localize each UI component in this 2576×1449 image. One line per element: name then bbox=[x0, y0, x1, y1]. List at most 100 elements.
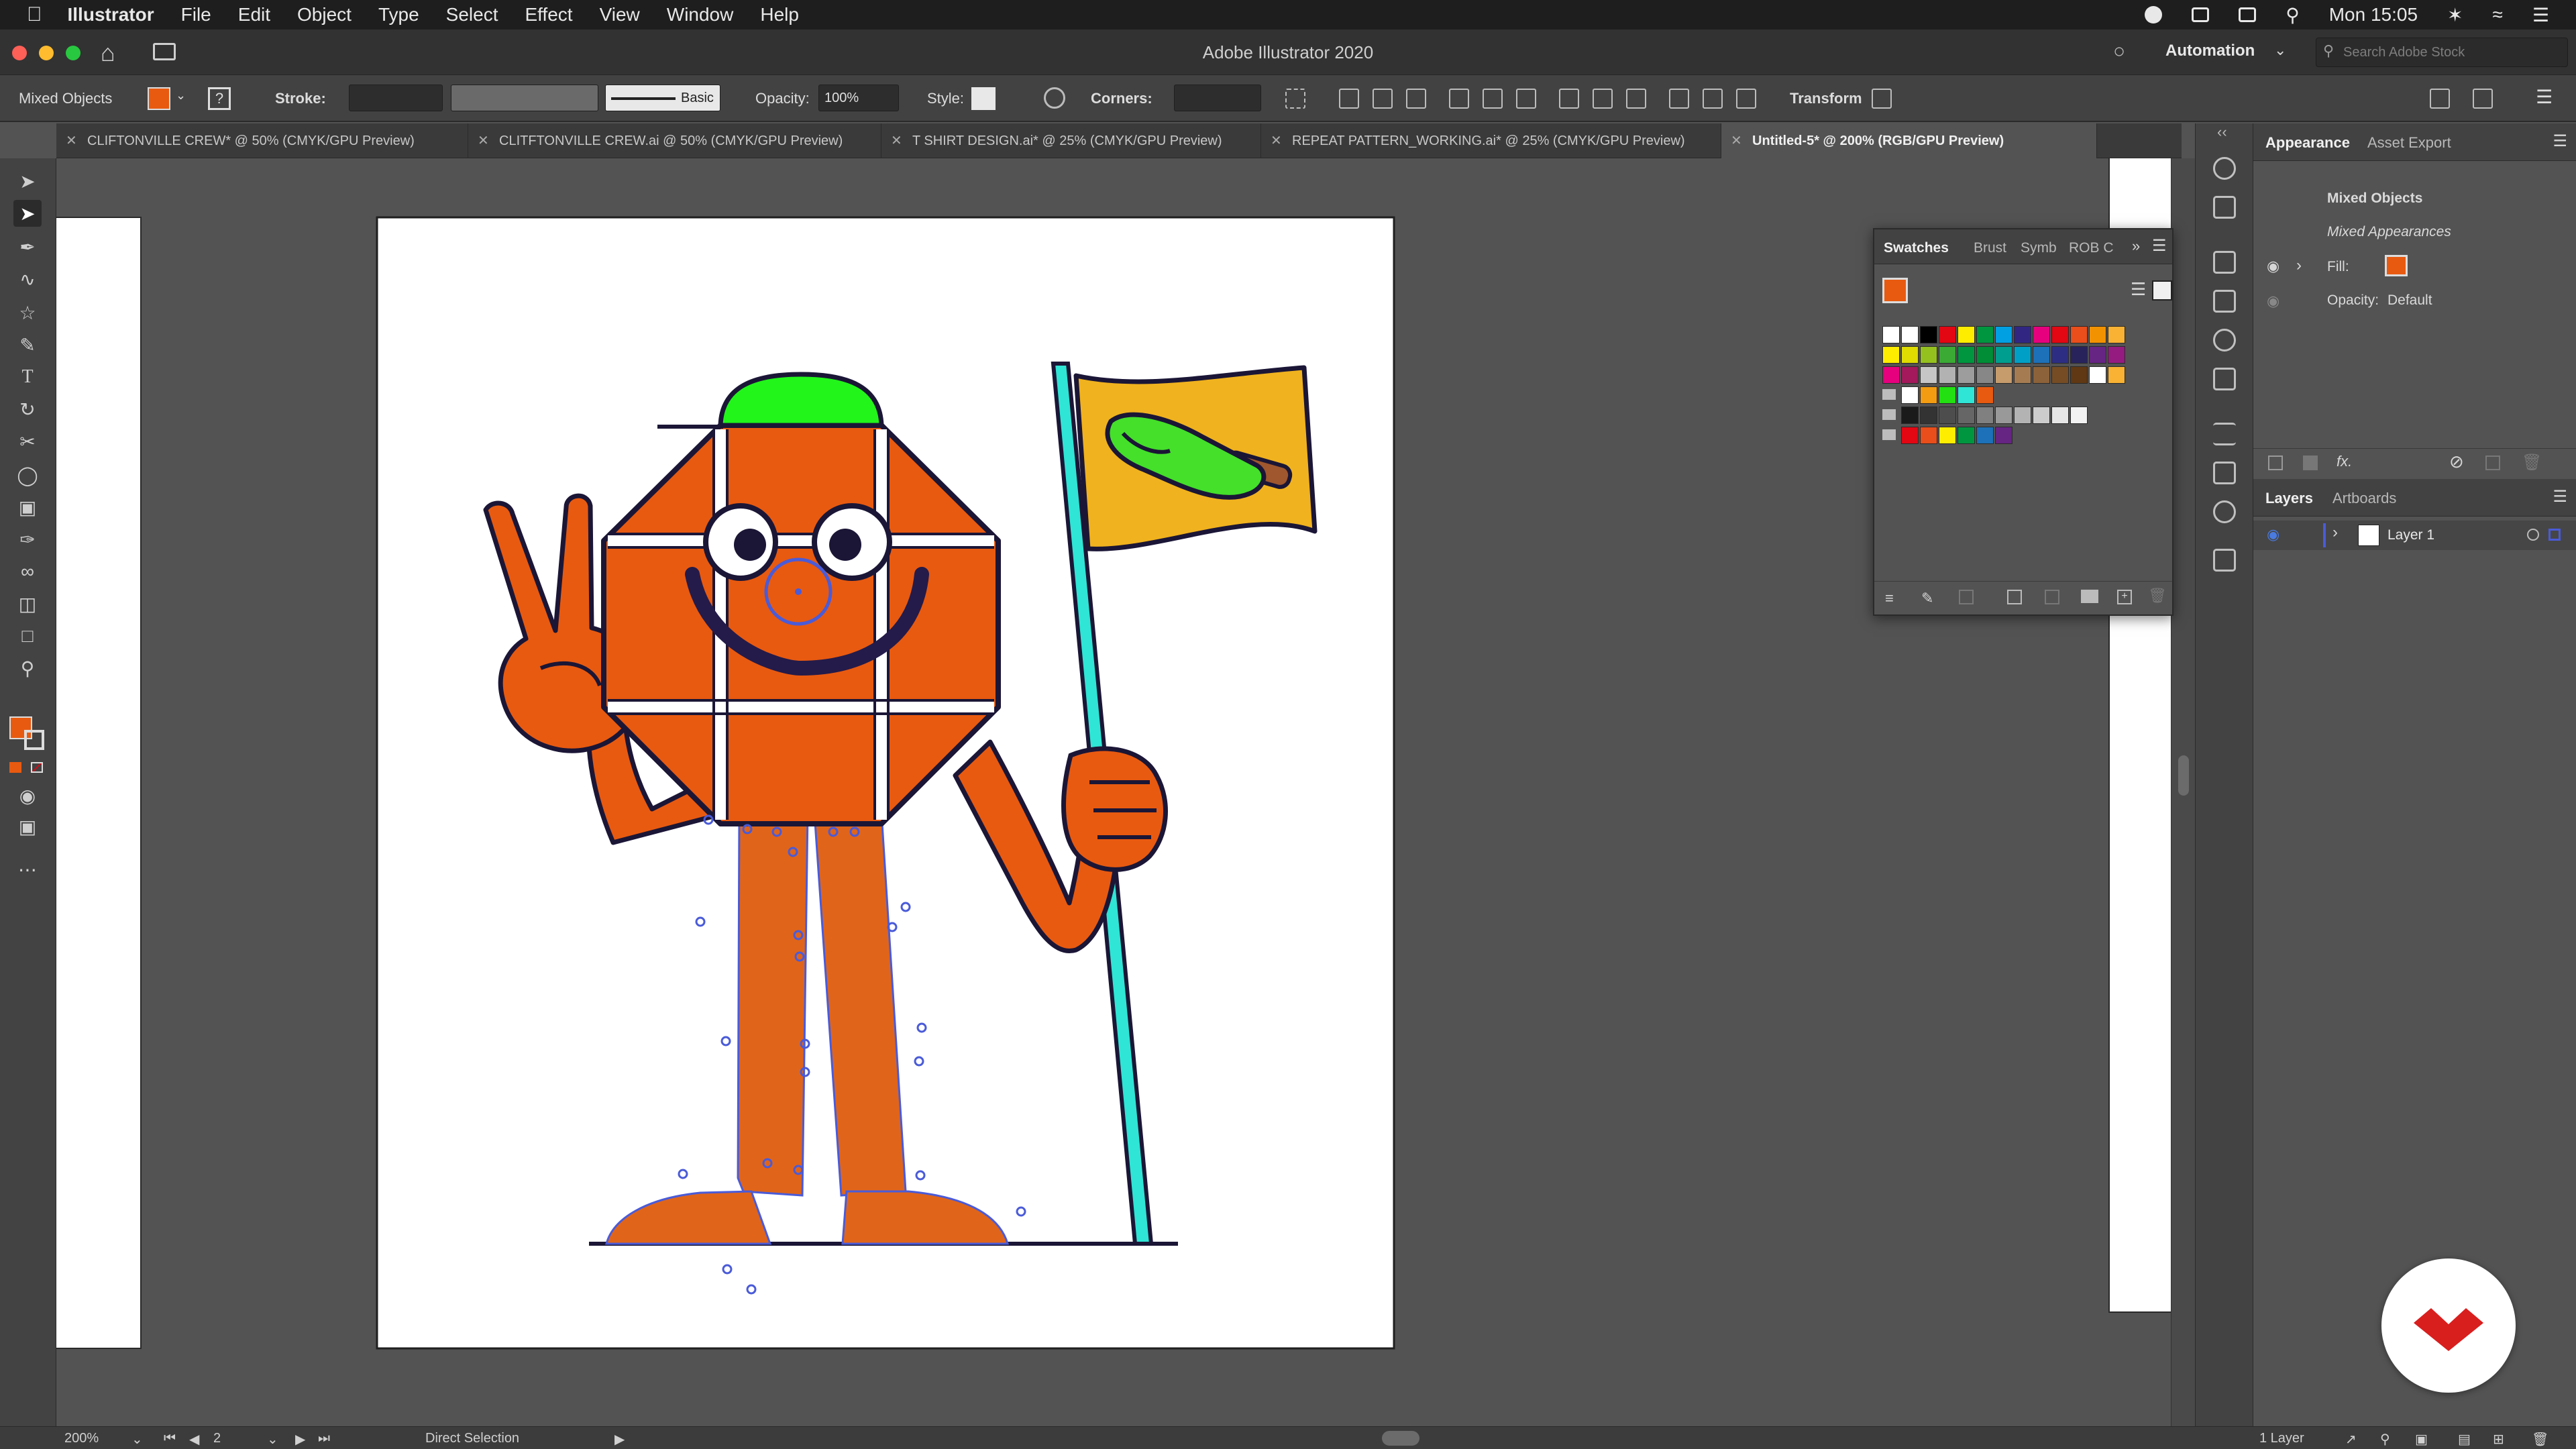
target-icon[interactable] bbox=[2527, 529, 2539, 541]
style-swatch[interactable] bbox=[971, 87, 996, 110]
swatch-3-6[interactable] bbox=[1976, 366, 1994, 384]
menu-view[interactable]: View bbox=[600, 4, 640, 25]
swatch-1-11[interactable] bbox=[2070, 326, 2088, 343]
swatch-4-3[interactable] bbox=[1939, 386, 1956, 404]
panel-menu-icon[interactable]: ☰ bbox=[2152, 236, 2167, 256]
first-artboard-button[interactable]: ⏮ bbox=[164, 1431, 176, 1446]
new-layer-icon[interactable]: ⊞ bbox=[2493, 1431, 2504, 1448]
rotate-tool-icon[interactable]: ↻ bbox=[13, 396, 42, 423]
zoom-tool-icon[interactable]: ⚲ bbox=[13, 655, 42, 682]
panel-menu-icon[interactable]: ☰ bbox=[2553, 487, 2567, 506]
export-icon[interactable] bbox=[2213, 549, 2236, 572]
expand-panel-icon[interactable]: » bbox=[2132, 237, 2140, 255]
stroke-weight-field[interactable] bbox=[349, 85, 443, 111]
color-group-folder-icon[interactable] bbox=[1882, 389, 1896, 400]
swatch-1-7[interactable] bbox=[1995, 326, 2012, 343]
control-bar-menu-icon[interactable]: ☰ bbox=[2536, 86, 2553, 108]
chevron-down-icon[interactable]: ⌄ bbox=[131, 1431, 143, 1448]
stroke-panel-icon[interactable] bbox=[2213, 423, 2236, 445]
menu-file[interactable]: File bbox=[181, 4, 211, 25]
menu-window[interactable]: Window bbox=[667, 4, 734, 25]
color-mode-icon[interactable] bbox=[9, 762, 21, 773]
screen-mode-icon[interactable]: ▣ bbox=[13, 813, 42, 840]
transform-panel-icon[interactable] bbox=[2213, 251, 2236, 274]
record-icon[interactable] bbox=[2145, 6, 2163, 23]
toolbar-stroke-swatch[interactable] bbox=[24, 730, 44, 750]
stroke-swatch[interactable]: ? bbox=[208, 87, 231, 110]
color-group-icon[interactable] bbox=[2045, 590, 2059, 604]
align-center-icon[interactable] bbox=[1373, 89, 1393, 109]
opacity-field[interactable]: 100% bbox=[818, 85, 899, 111]
zoom-level[interactable]: 200% bbox=[64, 1431, 99, 1446]
menubar-clock[interactable]: Mon 15:05 bbox=[2329, 4, 2418, 25]
apple-icon[interactable]:  bbox=[27, 3, 42, 26]
scroll-thumb-vertical[interactable] bbox=[2178, 755, 2189, 796]
swatch-3-2[interactable] bbox=[1901, 366, 1919, 384]
lightbulb-icon[interactable]: ○ bbox=[2113, 40, 2125, 63]
create-sublayer-icon[interactable]: ▤ bbox=[2458, 1431, 2471, 1448]
swatch-5-10[interactable] bbox=[2070, 407, 2088, 424]
swatch-2-7[interactable] bbox=[1995, 346, 2012, 364]
menu-app-name[interactable]: Illustrator bbox=[68, 4, 154, 25]
swatch-5-3[interactable] bbox=[1939, 407, 1956, 424]
isolate-group-icon[interactable] bbox=[2430, 89, 2450, 109]
swatch-6-2[interactable] bbox=[1920, 427, 1937, 444]
menu-edit[interactable]: Edit bbox=[238, 4, 270, 25]
chevron-down-icon[interactable]: ⌄ bbox=[176, 89, 186, 103]
grid-view-icon[interactable] bbox=[2152, 280, 2172, 301]
libraries-icon[interactable] bbox=[2213, 157, 2236, 180]
swatch-1-9[interactable] bbox=[2033, 326, 2050, 343]
swatch-3-8[interactable] bbox=[2014, 366, 2031, 384]
delete-swatch-icon[interactable]: 🗑 bbox=[2148, 587, 2167, 604]
tab-cliftonville-crew[interactable]: ✕ CLIFTONVILLE CREW* @ 50% (CMYK/GPU Prev… bbox=[56, 123, 468, 158]
document-canvas[interactable] bbox=[56, 158, 2171, 1426]
close-tab-icon[interactable]: ✕ bbox=[891, 123, 902, 158]
swatch-2-6[interactable] bbox=[1976, 346, 1994, 364]
swatch-3-10[interactable] bbox=[2051, 366, 2069, 384]
add-stroke-icon[interactable] bbox=[2268, 455, 2283, 470]
swatch-1-2[interactable] bbox=[1901, 326, 1919, 343]
show-kinds-icon[interactable] bbox=[1959, 590, 1974, 604]
type-tool-icon[interactable]: T bbox=[13, 364, 42, 390]
document-info-icon[interactable] bbox=[2213, 196, 2236, 219]
duplicate-item-icon[interactable] bbox=[2485, 455, 2500, 470]
list-view-icon[interactable]: ☰ bbox=[2131, 279, 2146, 300]
swatch-2-4[interactable] bbox=[1939, 346, 1956, 364]
chevron-down-icon[interactable]: ⌄ bbox=[2274, 42, 2286, 59]
corners-field[interactable] bbox=[1174, 85, 1261, 111]
swatch-5-6[interactable] bbox=[1995, 407, 2012, 424]
menu-list-icon[interactable]: ☰ bbox=[2532, 4, 2549, 26]
swatch-2-11[interactable] bbox=[2070, 346, 2088, 364]
swatch-5-7[interactable] bbox=[2014, 407, 2031, 424]
pen-tool-icon[interactable]: ✒ bbox=[13, 233, 42, 260]
search-icon[interactable]: ⚲ bbox=[2286, 4, 2300, 26]
close-tab-icon[interactable]: ✕ bbox=[478, 123, 489, 158]
transform-options-icon[interactable] bbox=[1872, 89, 1892, 109]
close-tab-icon[interactable]: ✕ bbox=[66, 123, 77, 158]
swatch-5-9[interactable] bbox=[2051, 407, 2069, 424]
swatch-4-4[interactable] bbox=[1957, 386, 1975, 404]
menu-type[interactable]: Type bbox=[378, 4, 419, 25]
symbols-icon[interactable] bbox=[2213, 329, 2236, 352]
color-group-folder-icon[interactable] bbox=[1882, 409, 1896, 420]
gradient-panel-icon[interactable] bbox=[2213, 462, 2236, 484]
swatch-3-1[interactable] bbox=[1882, 366, 1900, 384]
scissors-tool-icon[interactable]: ✂ bbox=[13, 428, 42, 455]
tab-clitftonville-crew-ai[interactable]: ✕ CLITFTONVILLE CREW.ai @ 50% (CMYK/GPU P… bbox=[468, 123, 881, 158]
swatch-2-10[interactable] bbox=[2051, 346, 2069, 364]
swatch-3-7[interactable] bbox=[1995, 366, 2012, 384]
menu-select[interactable]: Select bbox=[446, 4, 498, 25]
graphic-styles-icon[interactable] bbox=[2213, 368, 2236, 390]
swatch-3-9[interactable] bbox=[2033, 366, 2050, 384]
workspace-switcher[interactable]: Automation bbox=[2165, 42, 2255, 60]
delete-item-icon[interactable]: 🗑 bbox=[2522, 453, 2542, 472]
swatch-3-4[interactable] bbox=[1939, 366, 1956, 384]
brush-definition-field[interactable]: Basic bbox=[605, 85, 720, 111]
align-bottom-icon[interactable] bbox=[1516, 89, 1536, 109]
color-group-folder-icon[interactable] bbox=[1882, 429, 1896, 440]
swatch-6-6[interactable] bbox=[1995, 427, 2012, 444]
swatch-2-3[interactable] bbox=[1920, 346, 1937, 364]
blend-tool-icon[interactable]: ∞ bbox=[13, 558, 42, 585]
variable-width-field[interactable] bbox=[451, 85, 598, 111]
tab-untitled-5[interactable]: ✕ Untitled-5* @ 200% (RGB/GPU Preview) bbox=[1721, 123, 2097, 158]
